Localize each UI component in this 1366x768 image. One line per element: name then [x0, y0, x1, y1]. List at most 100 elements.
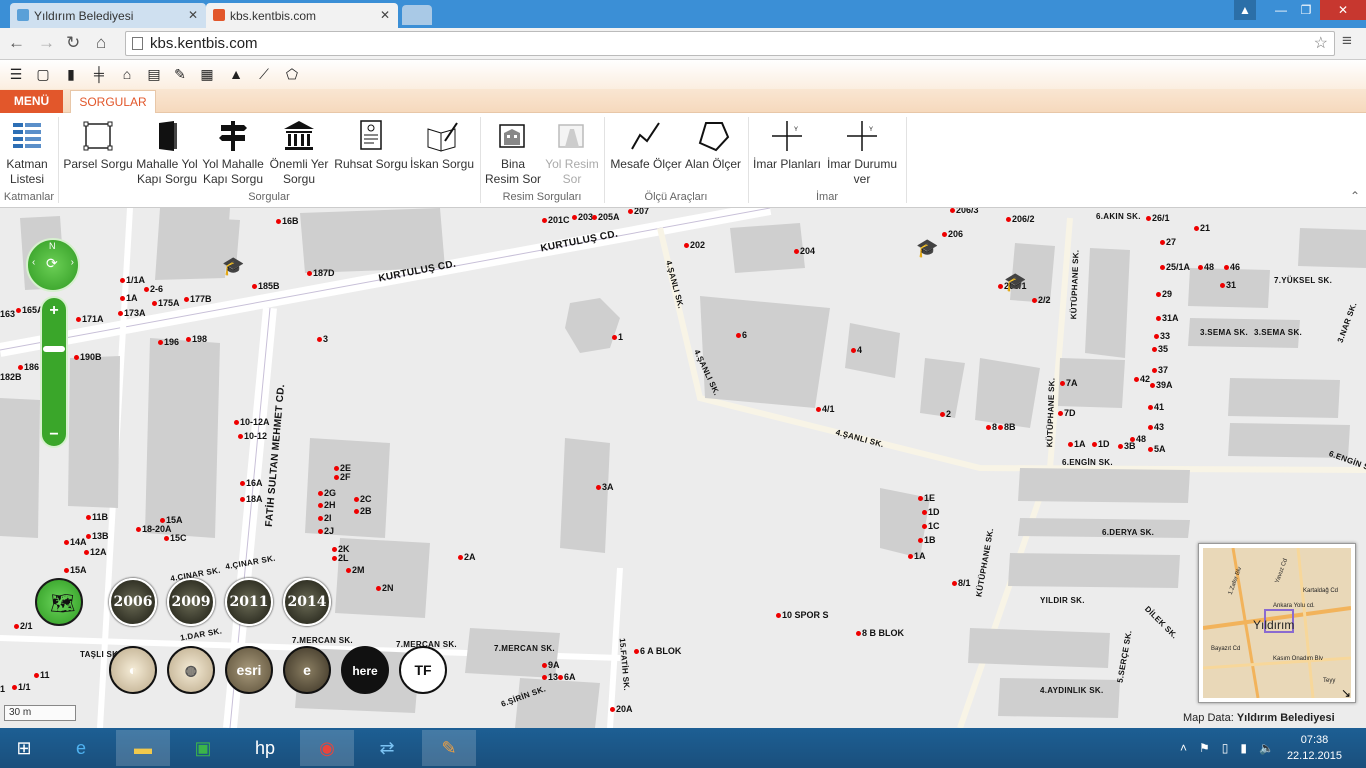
parcel-icon[interactable]: ▢ — [34, 65, 52, 83]
address-point[interactable] — [234, 420, 239, 425]
address-point[interactable] — [34, 673, 39, 678]
address-point[interactable] — [918, 496, 923, 501]
taskbar-chrome[interactable]: ◉ — [300, 730, 354, 766]
address-point[interactable] — [776, 613, 781, 618]
address-point[interactable] — [76, 317, 81, 322]
address-point[interactable] — [354, 509, 359, 514]
close-window-icon[interactable]: ✕ — [1320, 0, 1366, 20]
address-point[interactable] — [307, 271, 312, 276]
address-point[interactable] — [1118, 444, 1123, 449]
address-point[interactable] — [952, 581, 957, 586]
menu-button[interactable]: MENÜ — [0, 90, 63, 113]
building-image-icon[interactable]: ▦ — [198, 65, 216, 83]
esri-base-button[interactable]: esri — [225, 646, 273, 694]
address-point[interactable] — [736, 333, 741, 338]
address-point[interactable] — [64, 540, 69, 545]
address-point[interactable] — [458, 555, 463, 560]
yol-resim-sor-button[interactable]: Yol Resim Sor — [543, 119, 601, 187]
address-point[interactable] — [354, 497, 359, 502]
mesafe-olcer-button[interactable]: Mesafe Ölçer — [608, 119, 684, 172]
collapse-overview-icon[interactable]: ↘ — [1341, 686, 1351, 700]
taskbar-hp[interactable]: hp — [238, 730, 292, 766]
onemli-yer-sorgu-button[interactable]: Önemli Yer Sorgu — [266, 119, 332, 187]
address-point[interactable] — [986, 425, 991, 430]
year-2014-button[interactable]: 2014 — [283, 578, 331, 626]
signpost-icon[interactable]: ╪ — [90, 65, 108, 83]
imar-planlari-button[interactable]: Y İmar Planları — [752, 119, 822, 172]
address-point[interactable] — [144, 287, 149, 292]
address-point[interactable] — [940, 412, 945, 417]
door-icon[interactable]: ▮ — [62, 65, 80, 83]
tray-arrow-icon[interactable]: ˄ — [1180, 741, 1187, 755]
address-point[interactable] — [376, 586, 381, 591]
address-point[interactable] — [628, 209, 633, 214]
address-point[interactable] — [240, 497, 245, 502]
address-point[interactable] — [252, 284, 257, 289]
area-icon[interactable]: ⬠ — [283, 65, 301, 83]
pan-right-icon[interactable]: › — [71, 257, 74, 268]
ruhsat-sorgu-button[interactable]: Ruhsat Sorgu — [334, 119, 408, 172]
address-point[interactable] — [120, 296, 125, 301]
address-point[interactable] — [1146, 216, 1151, 221]
address-point[interactable] — [164, 536, 169, 541]
address-point[interactable] — [118, 311, 123, 316]
zoom-slider[interactable]: + − — [40, 296, 68, 448]
new-tab-button[interactable] — [402, 5, 432, 25]
katman-listesi-button[interactable]: Katman Listesi — [4, 119, 50, 187]
address-point[interactable] — [1060, 381, 1065, 386]
address-point[interactable] — [16, 308, 21, 313]
address-point[interactable] — [542, 218, 547, 223]
tab-kbs-kentbis[interactable]: kbs.kentbis.com ✕ — [206, 3, 398, 28]
battery-icon[interactable]: ▯ — [1222, 741, 1229, 755]
address-point[interactable] — [1134, 377, 1139, 382]
address-point[interactable] — [851, 348, 856, 353]
address-point[interactable] — [1156, 292, 1161, 297]
address-point[interactable] — [318, 529, 323, 534]
address-point[interactable] — [816, 407, 821, 412]
document-icon[interactable]: ▤ — [145, 65, 163, 83]
address-point[interactable] — [332, 556, 337, 561]
address-point[interactable] — [160, 518, 165, 523]
address-point[interactable] — [12, 685, 17, 690]
bookmark-star-icon[interactable]: ☆ — [1314, 32, 1328, 55]
address-point[interactable] — [542, 663, 547, 668]
map-canvas[interactable]: KURTULUŞ CD. KURTULUŞ CD. FATİH SULTAN M… — [0, 208, 1366, 728]
address-point[interactable] — [794, 249, 799, 254]
address-point[interactable] — [86, 515, 91, 520]
address-point[interactable] — [334, 466, 339, 471]
address-point[interactable] — [18, 365, 23, 370]
distance-icon[interactable]: ⟋ — [255, 65, 273, 83]
address-point[interactable] — [346, 568, 351, 573]
here-base-button[interactable]: here — [341, 646, 389, 694]
tab-yildirim-belediyesi[interactable]: Yıldırım Belediyesi ✕ — [10, 3, 206, 28]
address-point[interactable] — [334, 475, 339, 480]
address-point[interactable] — [84, 550, 89, 555]
address-point[interactable] — [922, 524, 927, 529]
address-point[interactable] — [1130, 437, 1135, 442]
tab-sorgular[interactable]: SORGULAR — [70, 90, 156, 114]
year-2011-button[interactable]: 2011 — [225, 578, 273, 626]
address-point[interactable] — [1032, 298, 1037, 303]
start-button[interactable]: ⊞ — [0, 730, 48, 766]
pan-control[interactable]: N ‹ › ⟳ — [26, 238, 80, 292]
address-point[interactable] — [136, 527, 141, 532]
address-point[interactable] — [634, 649, 639, 654]
year-2009-button[interactable]: 2009 — [167, 578, 215, 626]
address-point[interactable] — [592, 215, 597, 220]
mahalle-yol-kapi-sorgu-button[interactable]: Mahalle Yol Kapı Sorgu — [134, 119, 200, 187]
address-point[interactable] — [1150, 383, 1155, 388]
osm-base-button[interactable]: ◐ — [109, 646, 157, 694]
tf-base-button[interactable]: TF — [399, 646, 447, 694]
address-point[interactable] — [1224, 265, 1229, 270]
pan-left-icon[interactable]: ‹ — [32, 257, 35, 268]
address-point[interactable] — [1154, 334, 1159, 339]
layers-icon[interactable]: ☰ — [7, 65, 25, 83]
user-icon[interactable]: ▲ — [1234, 0, 1256, 20]
address-point[interactable] — [922, 510, 927, 515]
graduation-cap-icon[interactable]: 🎓 — [1004, 272, 1026, 293]
address-bar[interactable]: kbs.kentbis.com ☆ — [125, 31, 1335, 56]
taskbar-clock[interactable]: 07:38 22.12.2015 — [1287, 732, 1342, 764]
close-icon[interactable]: ✕ — [188, 8, 198, 22]
restore-icon[interactable]: ❐ — [1292, 0, 1320, 20]
address-point[interactable] — [908, 554, 913, 559]
